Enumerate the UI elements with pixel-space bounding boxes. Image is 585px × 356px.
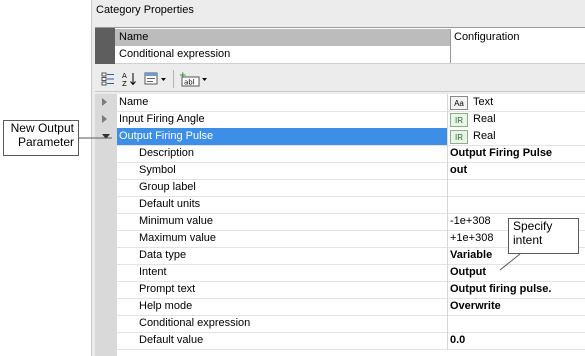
property-value-cell[interactable]: out: [447, 162, 585, 179]
specify-intent-callout: Specify intent: [508, 218, 579, 254]
property-name: Prompt text: [139, 283, 196, 295]
category-properties-panel: Category Properties Name Configuration C…: [91, 0, 585, 356]
alphabetical-sort-button[interactable]: A Z: [120, 70, 138, 88]
property-row-input-firing-angle[interactable]: Input Firing Angle IR Real: [102, 111, 585, 129]
property-value-cell[interactable]: Output firing pulse.: [447, 281, 585, 298]
property-value-cell[interactable]: Output: [447, 264, 585, 281]
property-value-cell[interactable]: IR Real: [447, 111, 585, 128]
property-name: Name: [119, 96, 149, 108]
property-value-cell[interactable]: Aa Text: [447, 94, 585, 111]
property-row-conditional-expression[interactable]: Conditional expression: [117, 315, 585, 333]
header-row-label: Conditional expression: [119, 48, 231, 60]
categorized-view-icon: [101, 72, 115, 86]
property-name: Conditional expression: [139, 317, 251, 329]
property-value-cell[interactable]: IR Real: [447, 128, 585, 145]
property-name: Default value: [139, 334, 204, 346]
property-row-help-mode[interactable]: Help mode Overwrite: [117, 298, 585, 316]
header-row-name[interactable]: Name Configuration: [115, 29, 585, 47]
categorized-view-button[interactable]: [99, 70, 117, 88]
property-value: 0.0: [450, 334, 466, 346]
callout-text-line: intent: [513, 233, 543, 247]
property-value-cell[interactable]: [447, 196, 585, 213]
collapse-arrow-icon[interactable]: [102, 134, 110, 139]
panel-title: Category Properties: [96, 4, 194, 16]
property-name: Output Firing Pulse: [119, 130, 214, 142]
header-row-value-cell[interactable]: Configuration: [450, 29, 585, 46]
property-row-default-units[interactable]: Default units: [117, 196, 585, 214]
callout-text-line: Specify: [513, 219, 553, 233]
property-type: Real: [473, 113, 496, 125]
property-row-output-firing-pulse[interactable]: Output Firing Pulse IR Real: [102, 128, 585, 146]
property-name: Description: [139, 147, 195, 159]
property-name: Data type: [139, 249, 187, 261]
property-value-cell[interactable]: 0.0: [447, 332, 585, 349]
header-row-conditional[interactable]: Conditional expression: [115, 46, 585, 64]
property-value: +1e+308: [450, 232, 494, 244]
property-row-prompt-text[interactable]: Prompt text Output firing pulse.: [117, 281, 585, 299]
property-value-cell[interactable]: [447, 315, 585, 332]
property-row-description[interactable]: Description Output Firing Pulse: [117, 145, 585, 163]
property-pages-button[interactable]: [144, 70, 168, 88]
expand-arrow-icon[interactable]: [102, 115, 107, 123]
property-name: Maximum value: [139, 232, 217, 244]
property-row-default-value[interactable]: Default value 0.0: [117, 332, 585, 350]
property-name: Input Firing Angle: [119, 113, 205, 125]
property-pages-dropdown-icon: [144, 71, 168, 87]
header-row-value-cell[interactable]: [450, 46, 585, 63]
property-row-intent[interactable]: Intent Output: [117, 264, 585, 282]
property-name: Default units: [139, 198, 201, 210]
property-row-name[interactable]: Name Aa Text: [102, 94, 585, 112]
property-value-cell[interactable]: Output Firing Pulse: [447, 145, 585, 162]
real-type-icon: IR: [450, 113, 468, 127]
property-value: Variable: [450, 249, 493, 261]
property-value: Output: [450, 266, 487, 278]
svg-text:A: A: [122, 72, 127, 80]
header-grid-gutter: [95, 28, 115, 64]
real-type-icon: IR: [450, 130, 468, 144]
property-value-cell[interactable]: [447, 179, 585, 196]
property-value: Overwrite: [450, 300, 501, 312]
svg-text:Z: Z: [122, 80, 127, 87]
property-toolbar: A Z + abl: [95, 67, 585, 92]
property-value: -1e+308: [450, 215, 491, 227]
property-type: Real: [473, 130, 496, 142]
property-name: Minimum value: [139, 215, 213, 227]
toolbar-separator: [173, 70, 174, 88]
header-row-label: Name: [119, 31, 149, 43]
property-type: Text: [473, 96, 494, 108]
header-row-value: Configuration: [454, 31, 520, 43]
header-grid: Name Configuration Conditional expressio…: [95, 27, 585, 64]
add-parameter-button[interactable]: + abl: [179, 70, 209, 88]
property-name: Symbol: [139, 164, 176, 176]
property-value: Output firing pulse.: [450, 283, 552, 295]
svg-text:abl: abl: [184, 79, 195, 87]
property-value-cell[interactable]: Overwrite: [447, 298, 585, 315]
expand-arrow-icon[interactable]: [102, 98, 107, 106]
callout-text-line: New Output: [10, 121, 74, 135]
property-name: Intent: [139, 266, 167, 278]
callout-text-line: Parameter: [17, 135, 74, 149]
add-parameter-dropdown-icon: + abl: [179, 71, 209, 87]
alphabetical-sort-icon: A Z: [121, 71, 137, 87]
new-output-parameter-callout: New Output Parameter: [3, 120, 79, 156]
text-type-icon: Aa: [450, 96, 468, 110]
property-value: Output Firing Pulse: [450, 147, 553, 159]
property-name: Help mode: [139, 300, 193, 312]
property-row-group-label[interactable]: Group label: [117, 179, 585, 197]
property-value: out: [450, 164, 468, 176]
property-name: Group label: [139, 181, 196, 193]
property-row-symbol[interactable]: Symbol out: [117, 162, 585, 180]
